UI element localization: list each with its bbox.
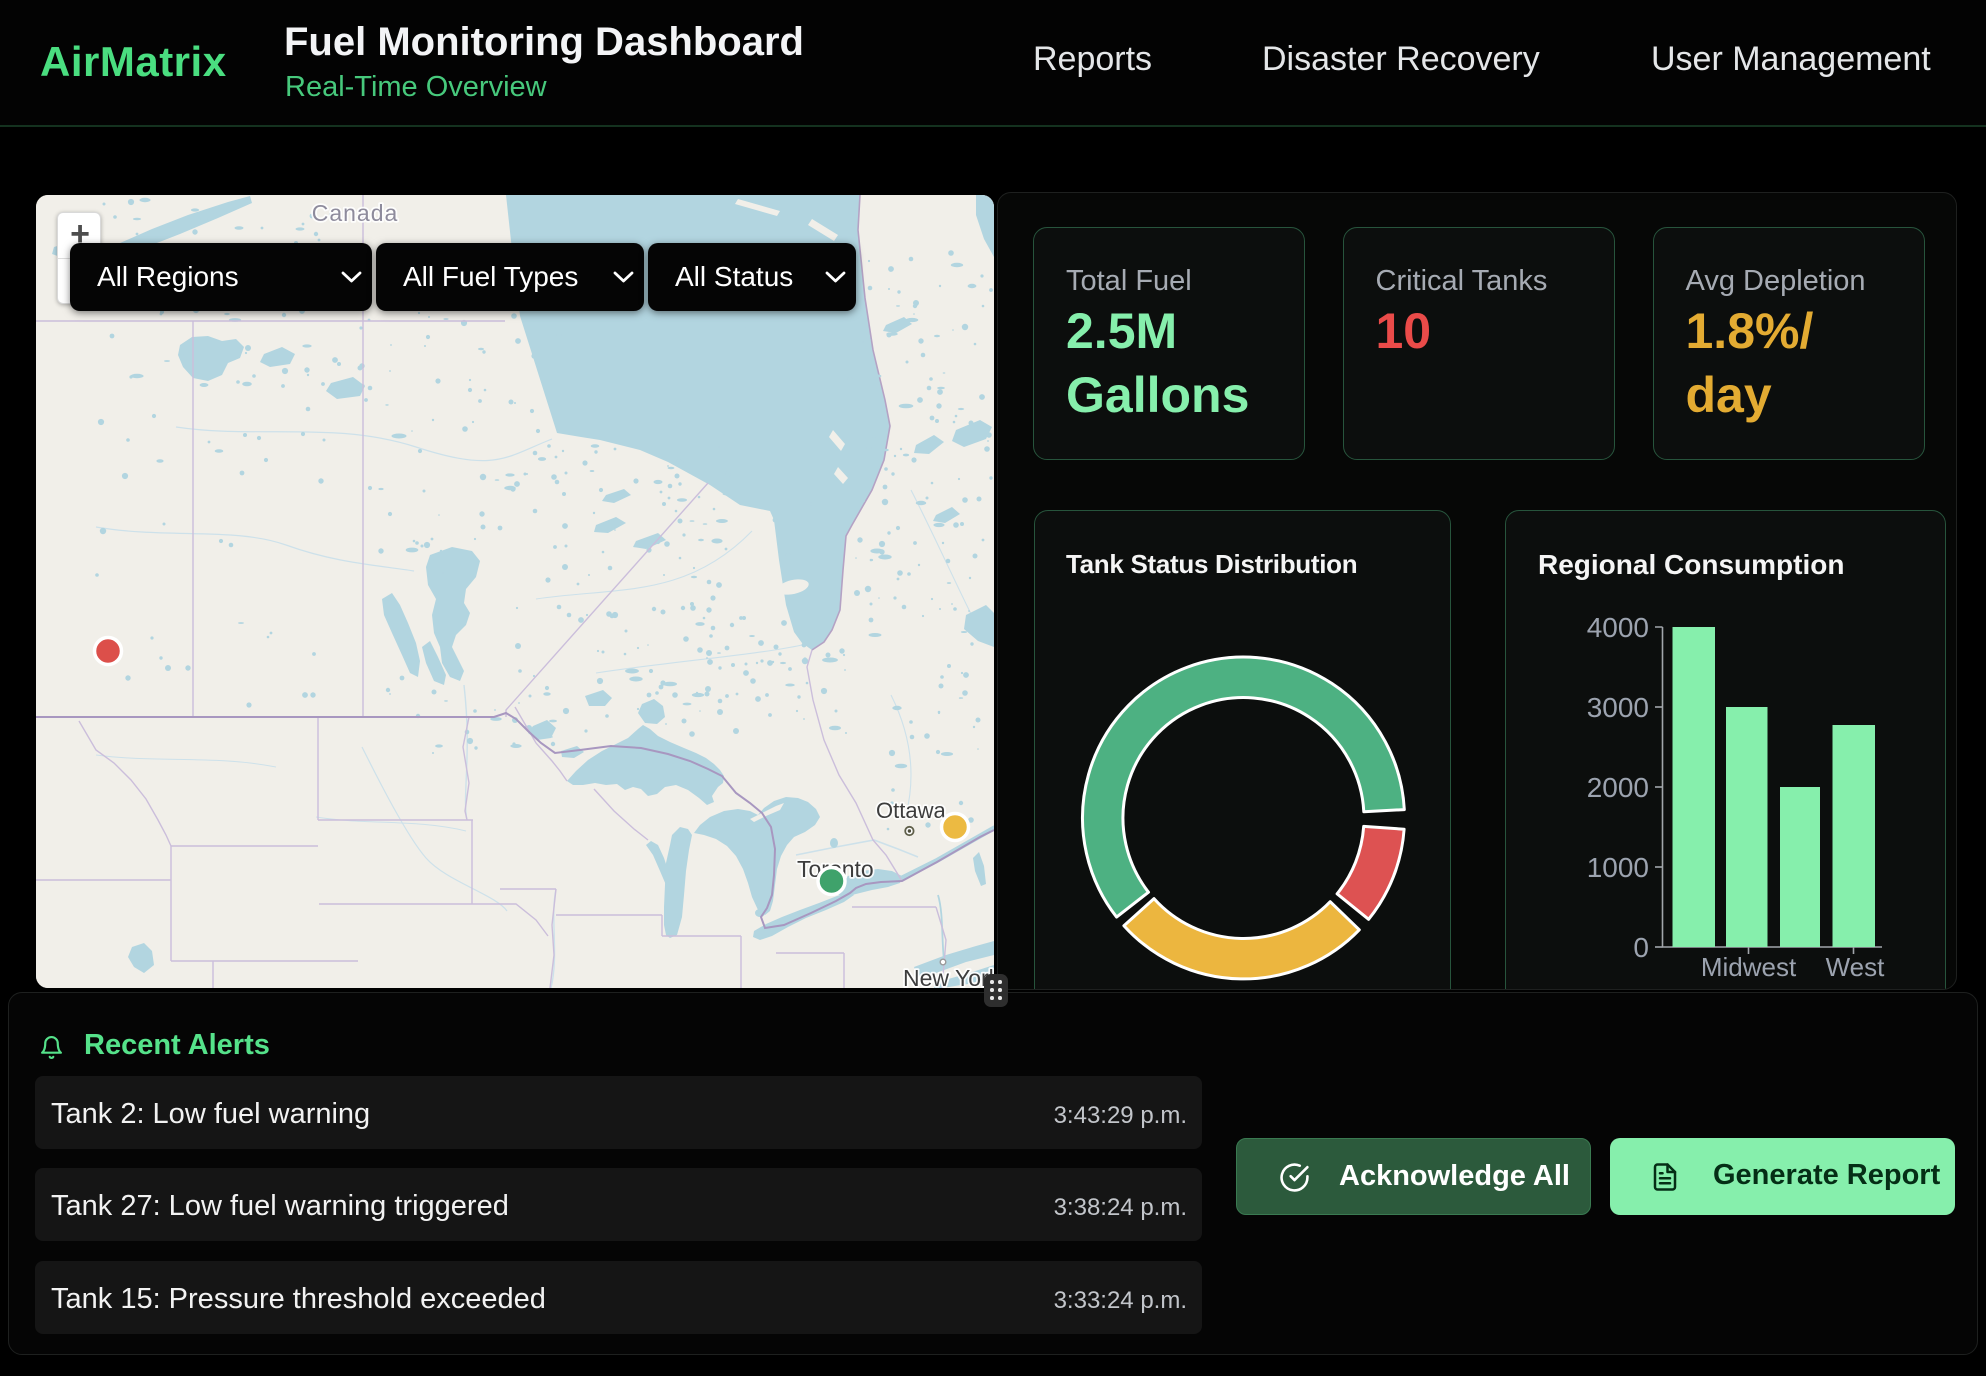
svg-text:3000: 3000	[1587, 692, 1649, 723]
svg-text:West: West	[1826, 952, 1886, 982]
svg-text:Midwest: Midwest	[1701, 952, 1797, 982]
svg-text:New York: New York	[903, 965, 994, 988]
svg-text:Ottawa: Ottawa	[876, 798, 946, 823]
svg-text:0: 0	[1633, 932, 1649, 963]
svg-text:2000: 2000	[1587, 772, 1649, 803]
svg-text:1000: 1000	[1587, 852, 1649, 883]
svg-text:Canada: Canada	[312, 200, 399, 226]
svg-text:4000: 4000	[1587, 612, 1649, 643]
